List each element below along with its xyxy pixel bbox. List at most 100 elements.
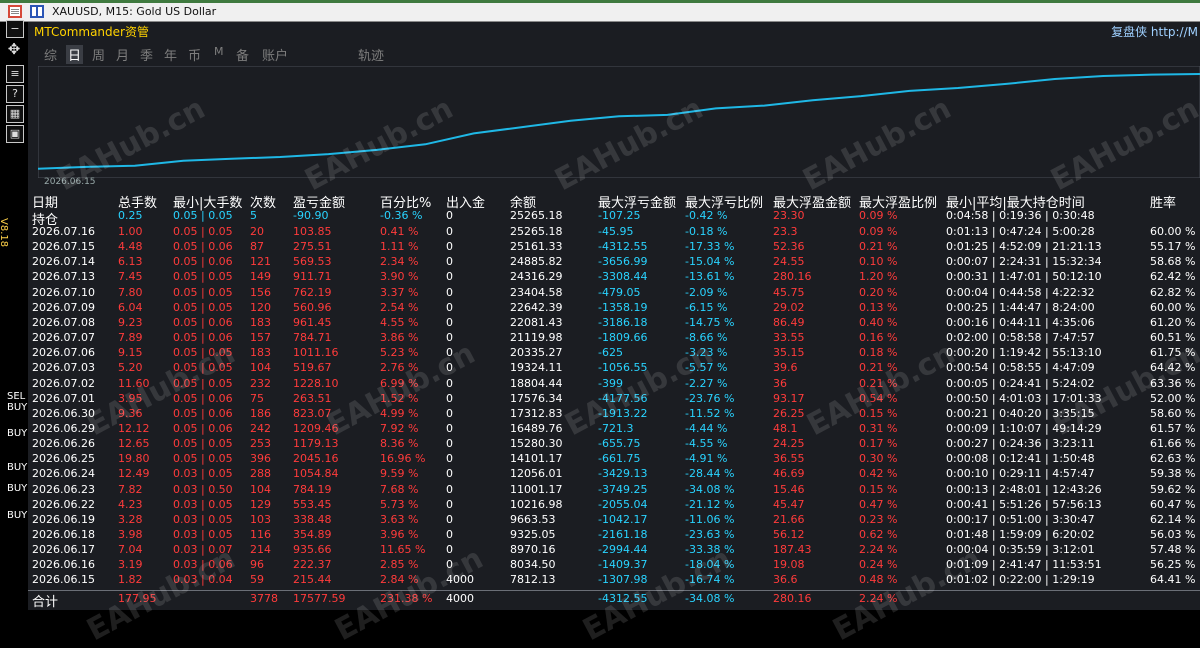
cell-percent: 1.11 % bbox=[380, 240, 419, 254]
chart-window-icon[interactable] bbox=[8, 5, 22, 18]
cell-max-float-profit: 33.55 bbox=[773, 331, 805, 345]
cell-max-float-profit-pct: 0.17 % bbox=[859, 437, 898, 451]
list-icon[interactable]: ≡ bbox=[6, 65, 24, 83]
minimize-icon[interactable]: − bbox=[6, 20, 24, 38]
cell-count: 104 bbox=[250, 482, 271, 496]
cell-balance: 20335.27 bbox=[510, 346, 563, 360]
cell-count: 120 bbox=[250, 300, 271, 314]
tab-week[interactable]: 周 bbox=[92, 45, 105, 64]
cell-total-lots: 19.80 bbox=[118, 452, 150, 466]
cell-balance: 8034.50 bbox=[510, 558, 556, 572]
cell-balance: 19324.11 bbox=[510, 361, 563, 375]
table-row: 2026.07.16 1.00 0.05 | 0.05 20 103.85 0.41 % 0… bbox=[28, 225, 1200, 239]
cell-max-float-profit: 15.46 bbox=[773, 482, 805, 496]
cell-win-rate: 56.25 % bbox=[1150, 558, 1196, 572]
cell-count: 214 bbox=[250, 543, 271, 557]
window-icon[interactable]: ▣ bbox=[6, 125, 24, 143]
mtcommander-panel: MTCommander资管 复盘侠 http://M 综 日 周 月 季 年 币… bbox=[28, 22, 1200, 648]
layout-icon[interactable]: ▦ bbox=[6, 105, 24, 123]
cell-max-float-profit: 36 bbox=[773, 376, 787, 390]
tab-day[interactable]: 日 bbox=[66, 45, 84, 64]
cell-balance: 8970.16 bbox=[510, 543, 556, 557]
cell-pnl: 961.45 bbox=[293, 315, 332, 329]
cell-pnl: 103.85 bbox=[293, 225, 332, 238]
cell-balance: 23404.58 bbox=[510, 285, 563, 299]
cell-pnl: 263.51 bbox=[293, 391, 332, 405]
cell-total-lots: 7.82 bbox=[118, 482, 143, 496]
cell-max-float-profit-pct: 0.20 % bbox=[859, 285, 898, 299]
cell-percent: 9.59 % bbox=[380, 467, 419, 481]
cell-pnl: 222.37 bbox=[293, 558, 332, 572]
cell-deposit: 0 bbox=[446, 300, 453, 314]
cell-percent: 11.65 % bbox=[380, 543, 426, 557]
cell-max-float-loss-pct: -4.55 % bbox=[685, 437, 728, 451]
cell-max-float-profit: 19.08 bbox=[773, 558, 805, 572]
cell-max-float-profit-pct: 0.09 % bbox=[859, 209, 898, 222]
cell-deposit: 0 bbox=[446, 406, 453, 420]
cell-deposit: 0 bbox=[446, 452, 453, 466]
cell-percent: 16.96 % bbox=[380, 452, 426, 466]
cell-max-float-profit: 39.6 bbox=[773, 361, 798, 375]
cell-max-float-profit-pct: 0.18 % bbox=[859, 346, 898, 360]
cell-max-float-profit: 52.36 bbox=[773, 240, 805, 254]
cell-max-float-loss-pct: -2.09 % bbox=[685, 285, 728, 299]
cell-date: 2026.07.08 bbox=[32, 315, 95, 329]
cell-max-float-loss-pct: -11.06 % bbox=[685, 512, 735, 526]
tab-summary[interactable]: 综 bbox=[44, 45, 57, 64]
tab-m[interactable]: M bbox=[214, 45, 224, 58]
toggle-icon[interactable] bbox=[30, 5, 44, 18]
cell-total-lots: 3.98 bbox=[118, 528, 143, 541]
cell-max-float-profit: 46.69 bbox=[773, 467, 805, 481]
tab-track[interactable]: 轨迹 bbox=[358, 45, 384, 64]
cell-max-float-profit-pct: 0.47 % bbox=[859, 497, 898, 511]
cell-min-max-lots: 0.05 | 0.06 bbox=[173, 255, 233, 269]
cell-max-float-loss: -4312.55 bbox=[598, 240, 648, 254]
cell-hold-time: 0:00:25 | 1:44:47 | 8:24:00 bbox=[946, 300, 1095, 314]
cell-win-rate: 60.00 % bbox=[1150, 300, 1196, 314]
cell-min-max-lots: 0.05 | 0.06 bbox=[173, 421, 233, 435]
cell-count: 75 bbox=[250, 391, 264, 405]
cell-date: 2026.07.10 bbox=[32, 285, 95, 299]
table-row: 2026.06.24 12.49 0.03 | 0.05 288 1054.84 9.59… bbox=[28, 467, 1200, 481]
table-row: 2026.07.07 7.89 0.05 | 0.06 157 784.71 3.86 %… bbox=[28, 331, 1200, 345]
cell-percent: 5.73 % bbox=[380, 497, 419, 511]
cell-count: 149 bbox=[250, 270, 271, 284]
tab-backup[interactable]: 备 bbox=[236, 45, 249, 64]
cell-deposit: 0 bbox=[446, 240, 453, 254]
cell-hold-time: 0:00:27 | 0:24:36 | 3:23:11 bbox=[946, 437, 1095, 451]
cell-max-float-loss-pct: -4.91 % bbox=[685, 452, 728, 466]
cell-count: 129 bbox=[250, 497, 271, 511]
cell-min-max-lots: 0.05 | 0.05 bbox=[173, 225, 233, 238]
cell-hold-time: 0:00:17 | 0:51:00 | 3:30:47 bbox=[946, 512, 1095, 526]
help-icon[interactable]: ? bbox=[6, 85, 24, 103]
side-label: SEL bbox=[7, 391, 26, 402]
cell-max-float-profit-pct: 0.21 % bbox=[859, 240, 898, 254]
table-row: 2026.07.13 7.45 0.05 | 0.05 149 911.71 3.90 %… bbox=[28, 270, 1200, 284]
cell-win-rate: 61.66 % bbox=[1150, 437, 1196, 451]
cell-win-rate: 61.20 % bbox=[1150, 315, 1196, 329]
cell-pnl: 1011.16 bbox=[293, 346, 339, 360]
tab-month[interactable]: 月 bbox=[116, 45, 129, 64]
tab-account[interactable]: 账户 bbox=[262, 45, 288, 64]
table-row: 2026.06.25 19.80 0.05 | 0.05 396 2045.16 16.9… bbox=[28, 452, 1200, 466]
cell-min-max-lots: 0.05 | 0.05 bbox=[173, 285, 233, 299]
move-icon[interactable]: ✥ bbox=[6, 41, 22, 57]
cell-percent: 3.86 % bbox=[380, 331, 419, 345]
tab-quarter[interactable]: 季 bbox=[140, 45, 153, 64]
cell-pnl: 1179.13 bbox=[293, 437, 339, 451]
tab-currency[interactable]: 币 bbox=[188, 45, 201, 64]
cell-count: 156 bbox=[250, 285, 271, 299]
cell-win-rate: 62.42 % bbox=[1150, 270, 1196, 284]
cell-pnl: 784.71 bbox=[293, 331, 332, 345]
cell-max-float-loss: -479.05 bbox=[598, 285, 641, 299]
table-row: 2026.06.22 4.23 0.03 | 0.05 129 553.45 5.73 %… bbox=[28, 498, 1200, 512]
cell-balance: 17312.83 bbox=[510, 406, 563, 420]
tab-year[interactable]: 年 bbox=[164, 45, 177, 64]
cell-deposit: 0 bbox=[446, 467, 453, 481]
cell-hold-time: 0:00:31 | 1:47:01 | 50:12:10 bbox=[946, 270, 1102, 284]
cell-min-max-lots: 0.03 | 0.05 bbox=[173, 512, 233, 526]
cell-deposit: 0 bbox=[446, 437, 453, 451]
cell-count: 232 bbox=[250, 376, 271, 390]
cell-max-float-loss-pct: -34.08 % bbox=[685, 482, 735, 496]
cell-total-lots: 5.20 bbox=[118, 361, 143, 375]
